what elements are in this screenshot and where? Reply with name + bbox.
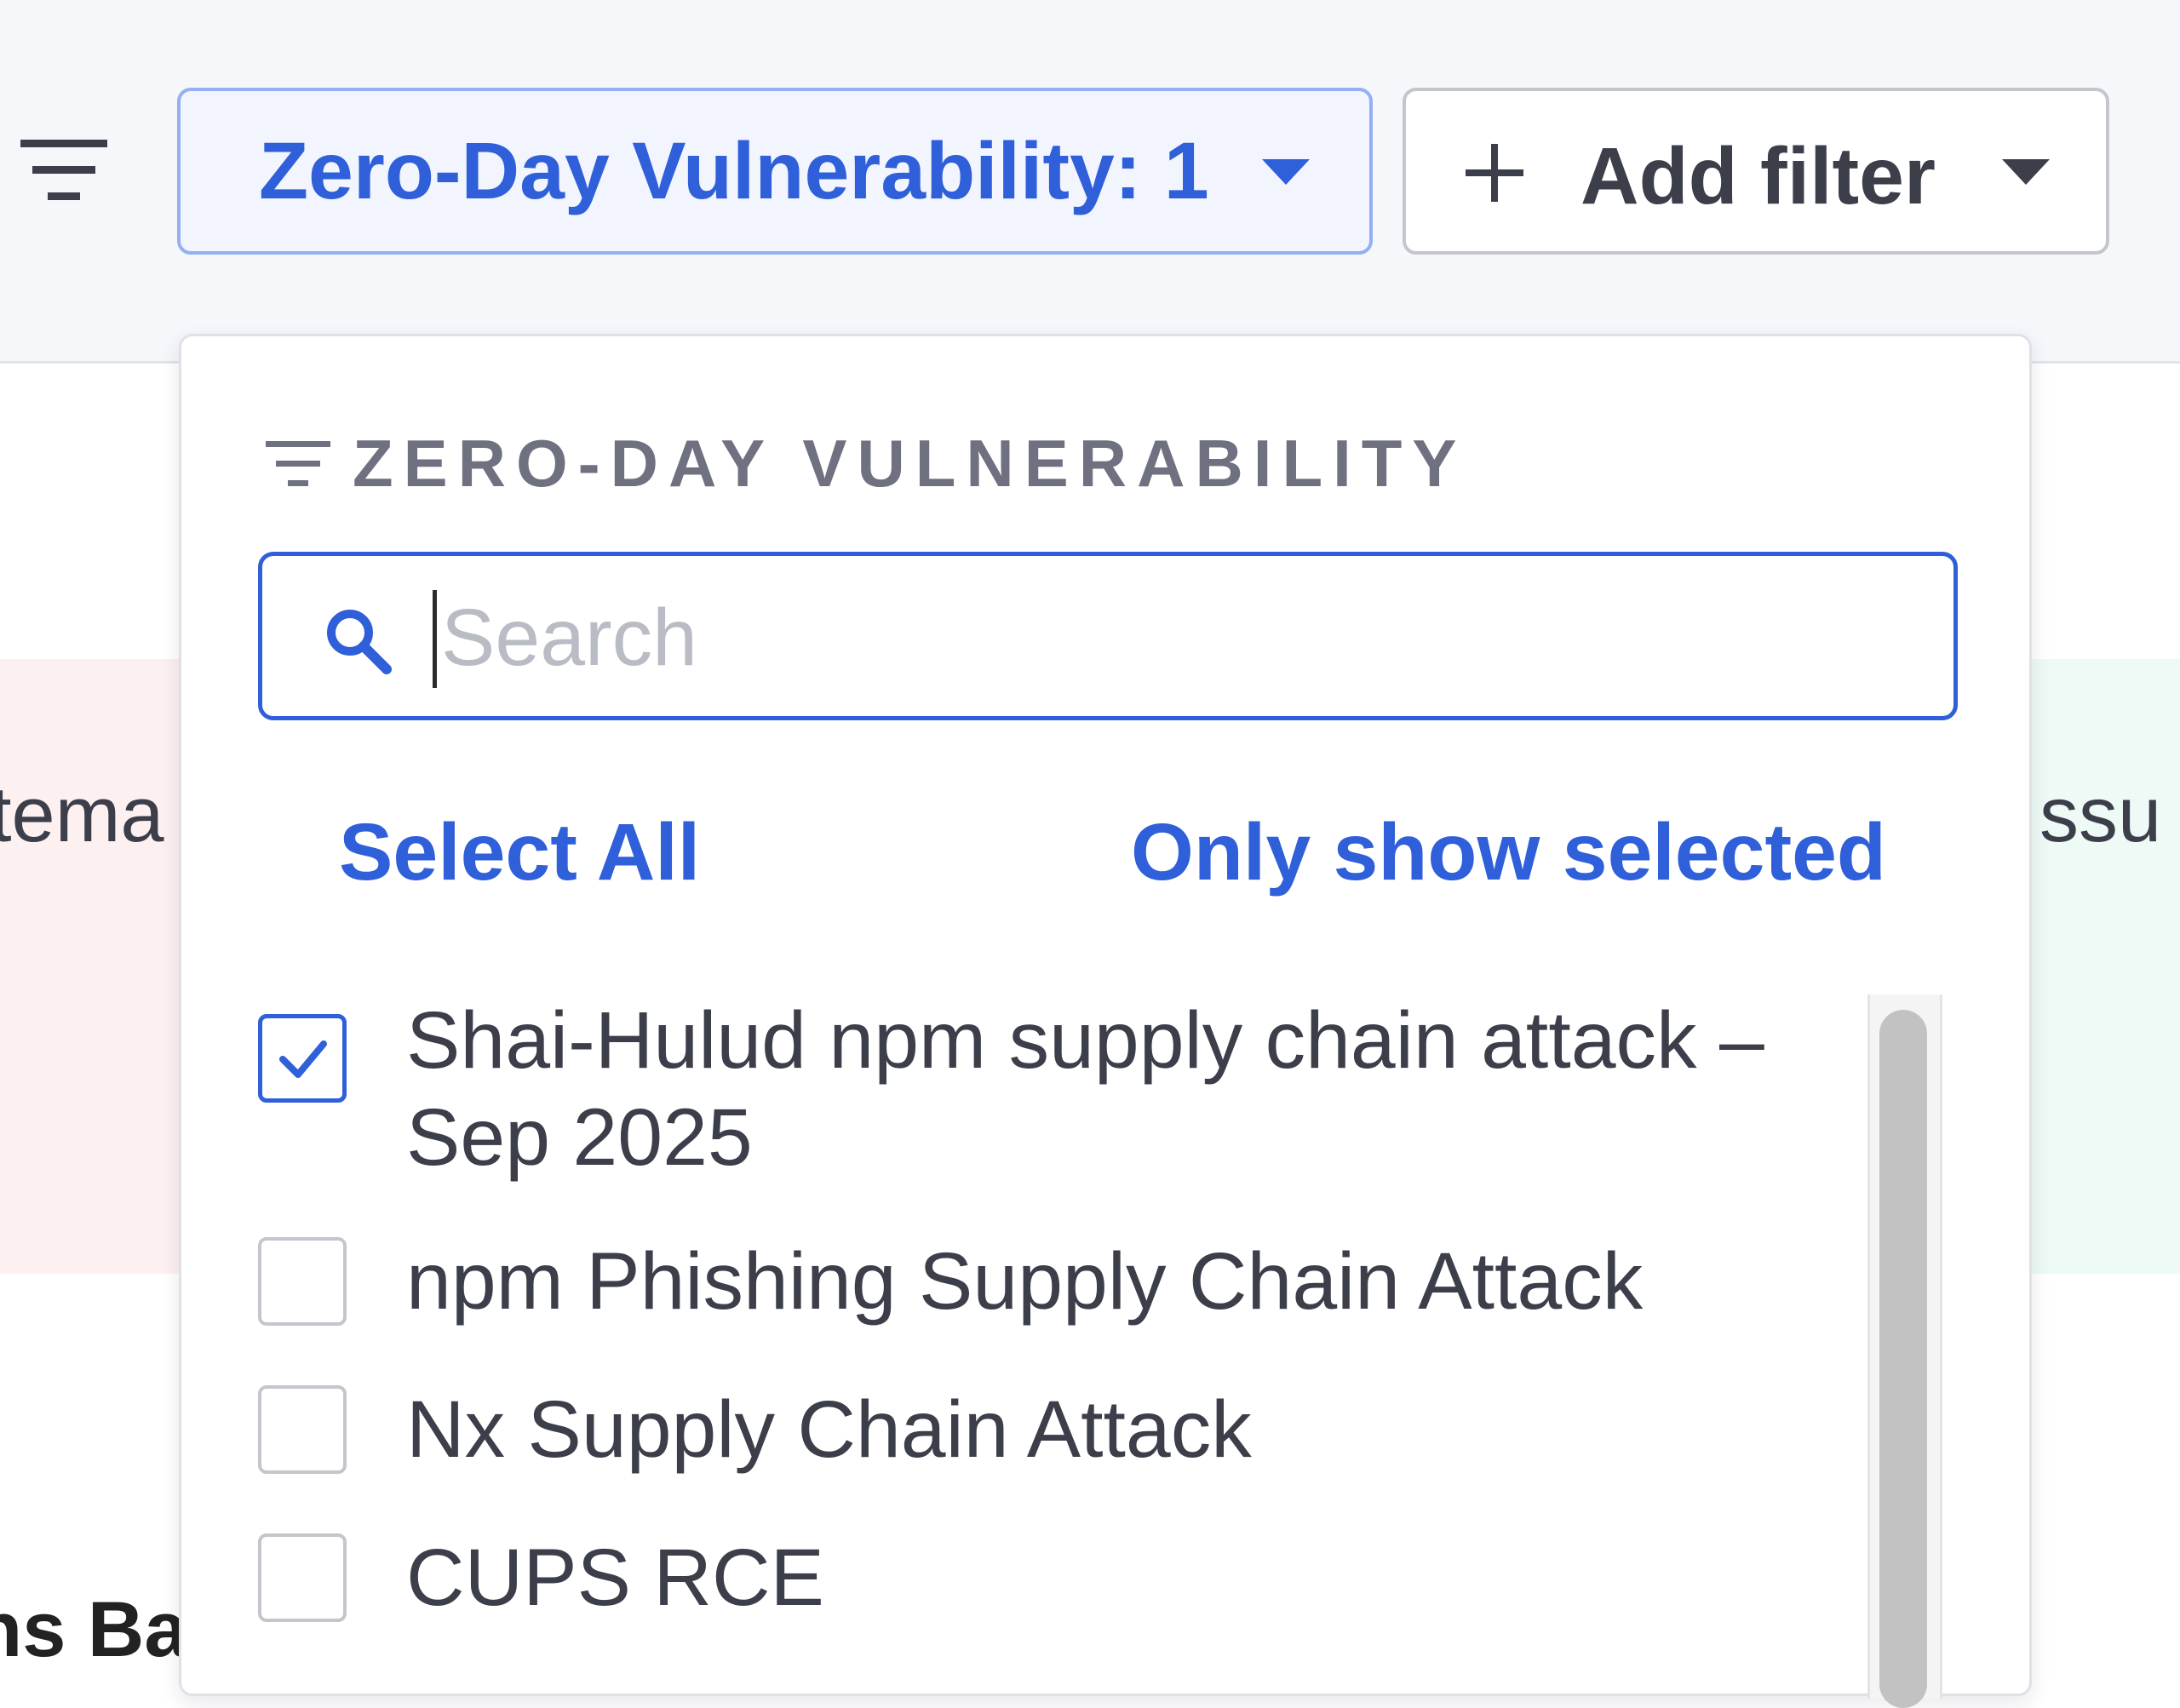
checkmark-icon <box>279 1040 327 1078</box>
plus-icon <box>1466 144 1523 202</box>
dropdown-title: ZERO-DAY VULNERABILITY <box>353 426 1467 501</box>
filter-toolbar: Zero-Day Vulnerability: 1 Add filter <box>0 0 2180 364</box>
search-input[interactable] <box>439 582 1908 694</box>
option-checkbox[interactable] <box>258 1533 347 1622</box>
search-field[interactable] <box>258 552 1958 720</box>
background-card-text: ssu <box>2039 771 2162 858</box>
filter-lines-icon <box>266 440 330 486</box>
option-checkbox[interactable] <box>258 1014 347 1103</box>
text-cursor <box>433 590 437 688</box>
option-checkbox[interactable] <box>258 1385 347 1474</box>
chevron-down-icon <box>1262 159 1310 185</box>
add-filter-label: Add filter <box>1580 131 1936 221</box>
background-section-heading: ns Ba <box>0 1586 188 1673</box>
option-label: npm Phishing Supply Chain Attack <box>406 1236 1644 1327</box>
option-label: CUPS RCE <box>406 1533 824 1623</box>
option-label: Shai-Hulud npm supply chain attack – Sep… <box>406 995 1764 1183</box>
filter-dropdown-panel: ZERO-DAY VULNERABILITY Select All Only s… <box>179 334 2032 1708</box>
scrollbar-thumb[interactable] <box>1879 1010 1927 1708</box>
background-card-text: tema <box>0 771 164 858</box>
only-show-selected-link[interactable]: Only show selected <box>1131 806 1886 899</box>
dropdown-header: ZERO-DAY VULNERABILITY <box>264 425 1466 502</box>
select-all-link[interactable]: Select All <box>339 806 700 899</box>
chevron-down-icon <box>2002 159 2050 185</box>
filter-lines-icon[interactable] <box>15 136 112 204</box>
zero-day-filter-chip[interactable]: Zero-Day Vulnerability: 1 <box>177 88 1373 255</box>
zero-day-filter-chip-label: Zero-Day Vulnerability: 1 <box>259 125 1209 216</box>
option-label: Nx Supply Chain Attack <box>406 1384 1252 1475</box>
option-checkbox[interactable] <box>258 1237 347 1326</box>
search-icon <box>327 610 392 674</box>
scrollbar[interactable] <box>1867 994 1942 1708</box>
add-filter-button[interactable]: Add filter <box>1403 88 2109 255</box>
